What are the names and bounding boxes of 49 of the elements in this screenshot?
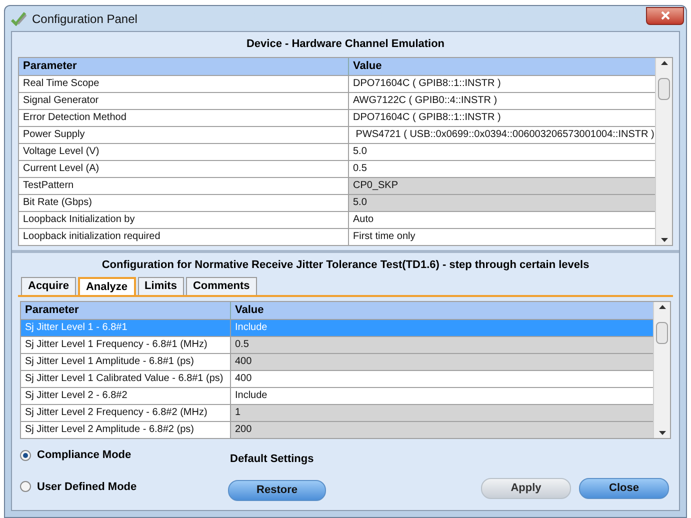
scroll-down-icon[interactable] — [660, 238, 668, 242]
table-cell[interactable]: Error Detection Method — [19, 110, 349, 126]
tab[interactable]: Analyze — [78, 277, 136, 295]
action-button[interactable]: Close — [579, 478, 669, 499]
action-button[interactable]: Restore — [228, 480, 326, 500]
table-cell[interactable]: DPO71604C ( GPIB8::1::INSTR ) — [349, 110, 655, 126]
table-cell[interactable]: 5.0 — [349, 144, 655, 160]
table-cell[interactable]: PWS4721 ( USB::0x0699::0x0394::006003206573001004::INSTR ) — [349, 126, 655, 142]
table-cell[interactable]: Sj Jitter Level 1 Calibrated Value - 6.8#1 (ps) — [21, 371, 231, 387]
column-header[interactable]: Parameter — [21, 302, 231, 319]
table-cell[interactable]: Include — [231, 388, 653, 404]
section-title: Configuration for Normative Receive Jitter Tolerance Test(TD1.6) - step through certain levels — [100, 258, 590, 272]
checkmark-icon — [11, 12, 27, 26]
close-button[interactable] — [646, 6, 684, 24]
section-title: Device - Hardware Channel Emulation — [245, 37, 446, 52]
table-cell[interactable]: Loopback Initialization by — [19, 212, 349, 228]
default-settings-label: Default Settings — [229, 452, 315, 467]
column-header[interactable]: Value — [349, 58, 655, 74]
scrollbar[interactable] — [653, 302, 670, 438]
scroll-up-icon[interactable] — [658, 305, 666, 309]
table-cell[interactable]: First time only — [349, 228, 655, 244]
tab[interactable]: Acquire — [21, 277, 76, 295]
table-cell[interactable]: Auto — [349, 212, 655, 228]
scroll-up-icon[interactable] — [660, 60, 668, 64]
table-cell[interactable]: Sj Jitter Level 2 - 6.8#2 — [21, 388, 231, 404]
radio-label[interactable]: User Defined Mode — [37, 478, 137, 495]
table-cell[interactable]: 400 — [231, 371, 653, 387]
column-header[interactable]: Parameter — [19, 58, 349, 74]
window-title: Configuration Panel — [32, 10, 138, 28]
table-cell[interactable]: Power Supply — [19, 126, 349, 142]
table-cell[interactable]: Real Time Scope — [19, 76, 349, 92]
scrollbar[interactable] — [655, 58, 672, 244]
scroll-down-icon[interactable] — [658, 431, 666, 435]
close-icon — [660, 11, 670, 20]
scroll-thumb[interactable] — [658, 78, 670, 100]
table-cell[interactable]: Voltage Level (V) — [19, 144, 349, 160]
radio-label[interactable]: Compliance Mode — [37, 447, 132, 464]
radio-button[interactable] — [20, 481, 31, 492]
column-header[interactable]: Value — [231, 302, 653, 319]
table-cell[interactable]: Loopback initialization required — [19, 228, 349, 244]
table-cell[interactable]: 0.5 — [349, 160, 655, 176]
radio-button[interactable] — [20, 450, 31, 461]
tab[interactable]: Limits — [138, 277, 184, 295]
tab[interactable]: Comments — [186, 277, 257, 295]
scroll-thumb[interactable] — [656, 322, 668, 344]
table-cell[interactable]: Signal Generator — [19, 92, 349, 108]
table-cell[interactable]: AWG7122C ( GPIB0::4::INSTR ) — [349, 92, 655, 108]
table-cell[interactable]: Current Level (A) — [19, 160, 349, 176]
table-cell[interactable]: DPO71604C ( GPIB8::1::INSTR ) — [349, 76, 655, 92]
